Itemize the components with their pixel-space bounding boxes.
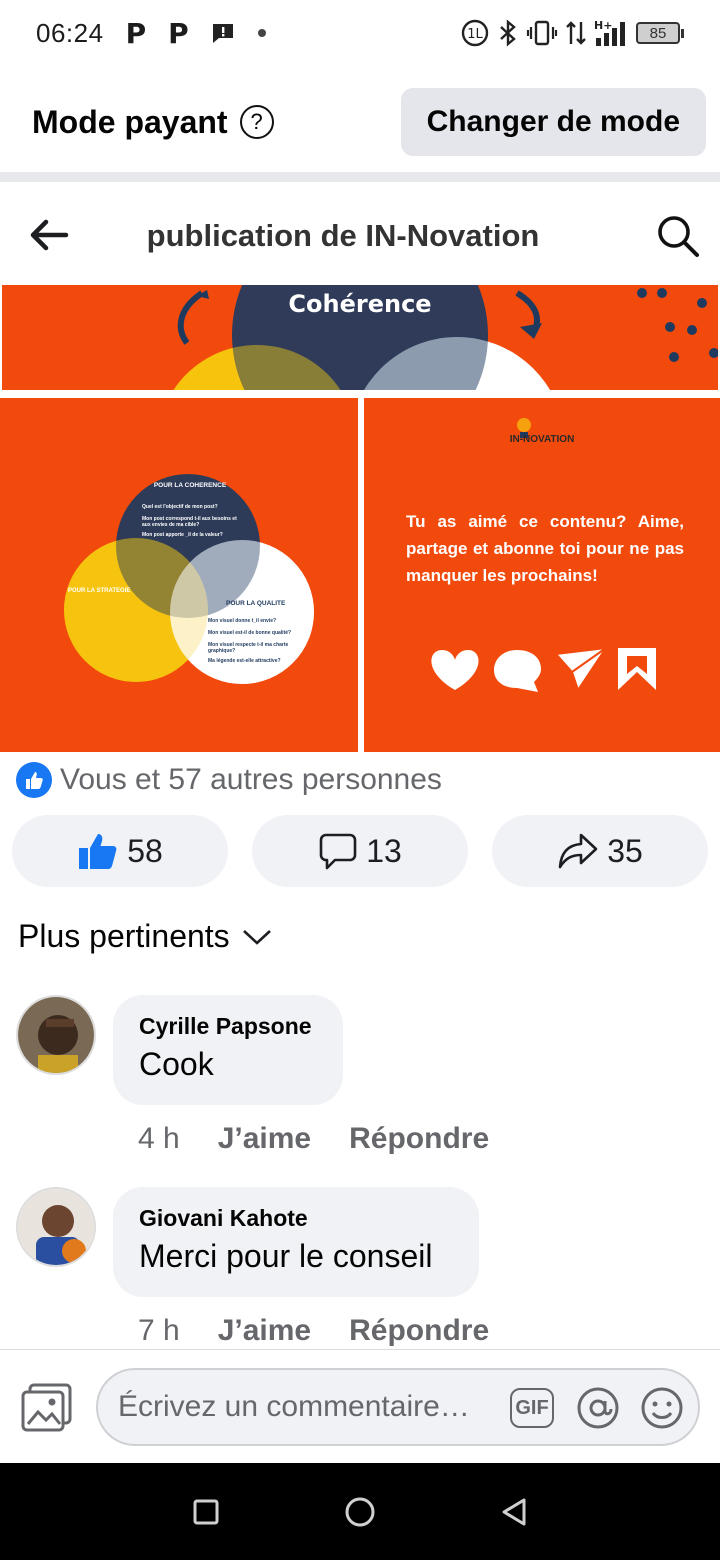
svg-text:1L: 1L	[467, 27, 483, 42]
notification-icon-p: P	[125, 16, 147, 50]
sort-label: Plus pertinents	[18, 918, 230, 954]
home-icon[interactable]	[344, 1496, 376, 1528]
comment-like-button[interactable]: J’aime	[218, 1314, 311, 1348]
venn-left-title: POUR LA STRATEGIE	[68, 588, 131, 594]
paper-plane-icon	[553, 646, 609, 693]
comment-input-field[interactable]: GIF	[96, 1368, 700, 1446]
venn-diagram-graphic	[64, 474, 314, 684]
avatar[interactable]	[16, 995, 96, 1075]
comment-meta: 4 h J’aime Répondre	[138, 1122, 489, 1156]
like-button[interactable]: 58	[12, 815, 228, 887]
brand-name: IN-NOVATION	[509, 434, 575, 445]
data-saver-icon: 1L	[461, 19, 489, 47]
venn-right-line-2: Mon visuel est-il de bonne qualité?	[208, 630, 292, 636]
share-button[interactable]: 35	[492, 815, 708, 887]
cta-text: Tu as aimé ce contenu? Aime, partage et …	[406, 512, 684, 585]
post-image-cta[interactable]: IN-NOVATION Tu as aimé ce contenu? Aime,…	[364, 398, 720, 752]
share-count: 35	[607, 832, 643, 869]
mode-bar: Mode payant ? Changer de mode	[0, 82, 720, 162]
post-image-top[interactable]: Cohérence	[2, 285, 718, 390]
venn-right-line-3: Mon visuel respecte t-il ma charte graph…	[208, 642, 289, 654]
avatar[interactable]	[16, 1187, 96, 1267]
comment-reply-button[interactable]: Répondre	[349, 1122, 489, 1156]
comment-sort-dropdown[interactable]: Plus pertinents	[18, 918, 272, 955]
comment-text: Merci pour le conseil	[139, 1238, 433, 1274]
bluetooth-icon	[500, 19, 516, 47]
system-nav-bar	[0, 1463, 720, 1560]
comment-bubble[interactable]: Giovani Kahote Merci pour le conseil	[113, 1187, 479, 1297]
mode-title: Mode payant ?	[32, 104, 274, 141]
search-icon[interactable]	[656, 214, 700, 258]
comment-author[interactable]: Giovani Kahote	[139, 1205, 453, 1232]
comment-button[interactable]: 13	[252, 815, 468, 887]
battery-level: 85	[636, 22, 680, 44]
status-bar: 06:24 P P 1L H+ 85	[0, 0, 720, 66]
photo-icon[interactable]	[20, 1382, 74, 1432]
thumbs-up-icon	[79, 834, 117, 869]
comment-reply-button[interactable]: Répondre	[349, 1314, 489, 1348]
recent-apps-icon[interactable]	[192, 1498, 220, 1526]
comment-bubble[interactable]: Cyrille Papsone Cook	[113, 995, 343, 1105]
status-time: 06:24	[36, 17, 104, 48]
venn-top-title: POUR LA COHERENCE	[153, 482, 227, 489]
dot-icon	[257, 29, 266, 37]
comment-like-button[interactable]: J’aime	[218, 1122, 311, 1156]
page-header: publication de IN-Novation	[0, 190, 720, 282]
reactions-summary[interactable]: Vous et 57 autres personnes	[16, 760, 442, 800]
venn-right-line-1: Mon visuel donne t_il envie?	[208, 618, 277, 624]
comment-text: Cook	[139, 1046, 214, 1082]
share-icon	[558, 833, 598, 869]
chevron-down-icon	[242, 929, 271, 945]
comment-time: 7 h	[138, 1314, 180, 1347]
vibrate-icon	[526, 20, 558, 46]
comment-icon	[319, 833, 357, 870]
post-actions: 58 13 35	[12, 815, 708, 887]
heart-icon	[431, 650, 479, 690]
page-title: publication de IN-Novation	[146, 218, 540, 253]
like-badge-icon	[16, 762, 52, 798]
venn-top-line-2: Mon post correspond t-il aux besoins et …	[142, 516, 237, 528]
mode-title-label: Mode payant	[32, 103, 228, 140]
battery-icon: 85	[636, 22, 684, 44]
speech-bubble-icon	[494, 650, 541, 692]
comment-count: 13	[366, 832, 402, 869]
change-mode-button[interactable]: Changer de mode	[400, 88, 706, 156]
comment-input[interactable]	[118, 1390, 488, 1424]
bookmark-icon	[618, 648, 656, 690]
back-icon[interactable]	[500, 1497, 528, 1527]
reactions-text: Vous et 57 autres personnes	[60, 763, 442, 796]
venn-top-line-3: Mon post apporte _il de la valeur?	[142, 532, 223, 538]
cta-icons	[431, 646, 656, 693]
data-transfer-icon	[566, 21, 586, 45]
message-alert-icon	[212, 24, 233, 43]
gif-button[interactable]: GIF	[510, 1388, 554, 1428]
comment-author[interactable]: Cyrille Papsone	[139, 1013, 317, 1040]
mention-icon[interactable]	[576, 1386, 620, 1430]
help-icon[interactable]: ?	[239, 105, 274, 139]
comment-time: 4 h	[138, 1122, 180, 1155]
post-image-heading: Cohérence	[288, 290, 432, 318]
notification-icon-p-2: P	[168, 16, 189, 50]
post-image-venn[interactable]: POUR LA COHERENCE Quel est l'objectif de…	[0, 398, 358, 752]
like-count: 58	[127, 832, 163, 869]
comment-composer: GIF	[0, 1349, 720, 1463]
emoji-icon[interactable]	[640, 1386, 684, 1430]
divider	[0, 172, 720, 182]
comment-meta: 7 h J’aime Répondre	[138, 1314, 489, 1348]
signal-icon: H+	[594, 19, 625, 46]
svg-text:H+: H+	[594, 19, 612, 32]
venn-top-line-1: Quel est l'objectif de mon post?	[142, 504, 218, 510]
venn-right-line-4: Ma légende est-elle attractive?	[208, 658, 281, 664]
venn-right-title: POUR LA QUALITE	[226, 600, 286, 607]
